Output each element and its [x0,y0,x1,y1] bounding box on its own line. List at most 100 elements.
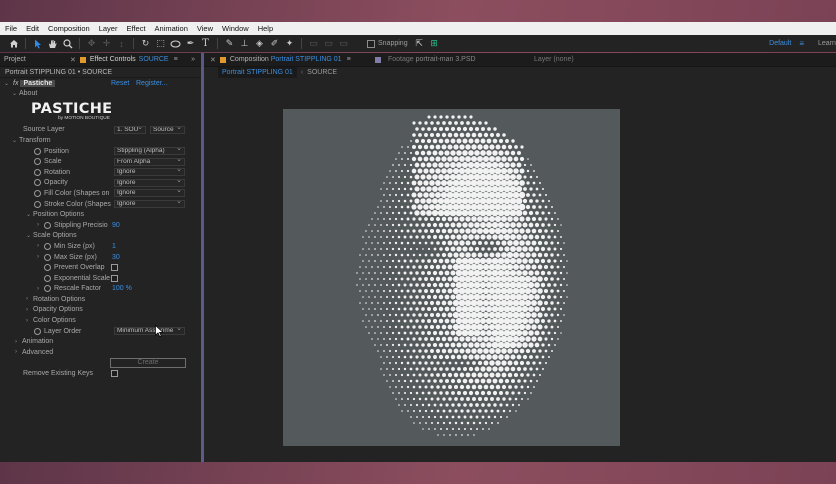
min-size-value[interactable]: 1 [112,243,116,250]
menu-view[interactable]: View [197,24,213,33]
menu-composition[interactable]: Composition [48,24,90,33]
effect-pastiche-row[interactable]: ⌄ fx Pastiche Reset Register... [0,78,201,88]
menu-effect[interactable]: Effect [126,24,145,33]
transform-group[interactable]: ⌄ Transform [0,135,201,146]
expand-arrow-icon[interactable]: ⌄ [26,211,33,218]
scale-mode-dropdown[interactable]: From Alpha [114,157,185,166]
menu-edit[interactable]: Edit [26,24,39,33]
pan-camera-icon[interactable]: ✛ [99,37,114,50]
type-tool-icon[interactable]: T [198,37,213,50]
selection-tool-icon[interactable] [30,37,45,50]
expand-arrow-icon[interactable]: › [26,318,33,324]
menu-layer[interactable]: Layer [99,24,118,33]
tab-layer[interactable]: Layer (none) [534,56,574,63]
tab-footage[interactable]: Footage portrait-man 3.PSD [388,56,476,63]
breadcrumb-active-comp[interactable]: Portrait STIPPLING 01 [218,67,297,78]
exponential-scale-checkbox[interactable] [111,274,118,282]
stopwatch-icon[interactable] [44,285,51,293]
expand-arrow-icon[interactable]: › [37,222,44,228]
expand-arrow-icon[interactable]: › [37,286,44,292]
stopwatch-icon[interactable] [44,253,51,261]
snap-edges-icon[interactable]: ⇱ [412,37,427,50]
stopwatch-icon[interactable] [34,168,41,176]
stopwatch-icon[interactable] [34,179,41,187]
axis-view-icon[interactable]: ▭ [336,37,351,50]
expand-arrow-icon[interactable]: ⌄ [12,137,19,144]
zoom-tool-icon[interactable] [60,37,75,50]
scale-options-group[interactable]: ⌄ Scale Options [0,231,201,242]
stopwatch-icon[interactable] [34,327,41,335]
pan-behind-tool-icon[interactable]: ⬚ [153,37,168,50]
axis-world-icon[interactable]: ▭ [321,37,336,50]
eraser-tool-icon[interactable]: ◈ [252,37,267,50]
expand-arrow-icon[interactable]: ⌄ [26,232,33,239]
position-options-group[interactable]: ⌄ Position Options [0,209,201,220]
menu-help[interactable]: Help [258,24,273,33]
stippling-precision-value[interactable]: 90 [112,222,120,229]
panel-menu-icon[interactable]: ≡ [347,56,351,63]
stopwatch-icon[interactable] [34,189,41,197]
stopwatch-icon[interactable] [44,221,51,229]
opacity-mode-dropdown[interactable]: Ignore [114,178,185,187]
register-link[interactable]: Register... [136,80,168,87]
stopwatch-icon[interactable] [44,242,51,250]
expand-arrow-icon[interactable]: › [37,243,44,249]
effect-name[interactable]: Pastiche [20,79,56,87]
color-options-group[interactable]: › Color Options [0,315,201,326]
workspace-learn[interactable]: Learn [818,40,836,47]
advanced-group[interactable]: › Advanced [0,347,201,358]
expand-arrow-icon[interactable]: ⌄ [12,90,19,97]
snap-grid-icon[interactable]: ⊞ [427,37,442,50]
puppet-pin-tool-icon[interactable]: ✦ [282,37,297,50]
layer-order-dropdown[interactable]: Minimum Assignme [114,327,185,336]
create-button[interactable]: Create [110,357,186,368]
prevent-overlap-checkbox[interactable] [111,264,118,272]
expand-arrow-icon[interactable]: › [26,307,33,313]
home-icon[interactable] [6,37,21,50]
dolly-camera-icon[interactable]: ↕ [114,37,129,50]
workspace-menu-icon[interactable]: ≡ [799,39,804,48]
snapping-toggle[interactable]: Snapping [367,39,408,48]
remove-existing-keys-checkbox[interactable] [111,370,118,378]
close-tab-icon[interactable]: ✕ [210,56,216,64]
stopwatch-icon[interactable] [44,264,51,272]
fill-color-mode-dropdown[interactable]: Ignore [114,189,185,198]
brush-tool-icon[interactable]: ✎ [222,37,237,50]
rotation-options-group[interactable]: › Rotation Options [0,294,201,305]
source-layer-dropdown[interactable]: 1. SOU [114,125,146,134]
expand-arrow-icon[interactable]: › [37,254,44,260]
tab-composition[interactable]: Composition Portrait STIPPLING 01 [230,56,342,63]
tab-effect-controls[interactable]: Effect Controls SOURCE [90,56,169,63]
position-mode-dropdown[interactable]: Stippling (Alpha) [114,147,185,156]
snapping-checkbox[interactable] [367,39,375,48]
stroke-color-mode-dropdown[interactable]: Ignore [114,200,185,209]
close-tab-icon[interactable]: ✕ [70,56,76,64]
about-row[interactable]: ⌄ About [0,88,201,99]
collapse-arrow-icon[interactable]: ⌄ [4,80,11,87]
rescale-factor-value[interactable]: 100 % [112,285,132,292]
panel-overflow-icon[interactable]: » [191,56,195,63]
expand-arrow-icon[interactable]: › [26,296,33,302]
menu-animation[interactable]: Animation [155,24,188,33]
source-layer-type-dropdown[interactable]: Source [150,125,185,134]
breadcrumb-source[interactable]: SOURCE [307,69,337,76]
animation-group[interactable]: › Animation [0,336,201,347]
rotation-tool-icon[interactable]: ↻ [138,37,153,50]
rotation-mode-dropdown[interactable]: Ignore [114,168,185,177]
menu-file[interactable]: File [5,24,17,33]
shape-tool-icon[interactable] [168,37,183,50]
clone-stamp-tool-icon[interactable]: ⊥ [237,37,252,50]
composition-viewer[interactable] [283,109,620,446]
max-size-value[interactable]: 30 [112,254,120,261]
expand-arrow-icon[interactable]: › [15,339,22,345]
stopwatch-icon[interactable] [34,200,41,208]
orbit-camera-icon[interactable]: ✥ [84,37,99,50]
pen-tool-icon[interactable]: ✒ [183,37,198,50]
stopwatch-icon[interactable] [34,147,41,155]
axis-local-icon[interactable]: ▭ [306,37,321,50]
roto-brush-tool-icon[interactable]: ✐ [267,37,282,50]
panel-menu-icon[interactable]: ≡ [174,56,178,63]
opacity-options-group[interactable]: › Opacity Options [0,305,201,316]
stopwatch-icon[interactable] [44,274,51,282]
fx-toggle[interactable]: fx [13,80,18,87]
